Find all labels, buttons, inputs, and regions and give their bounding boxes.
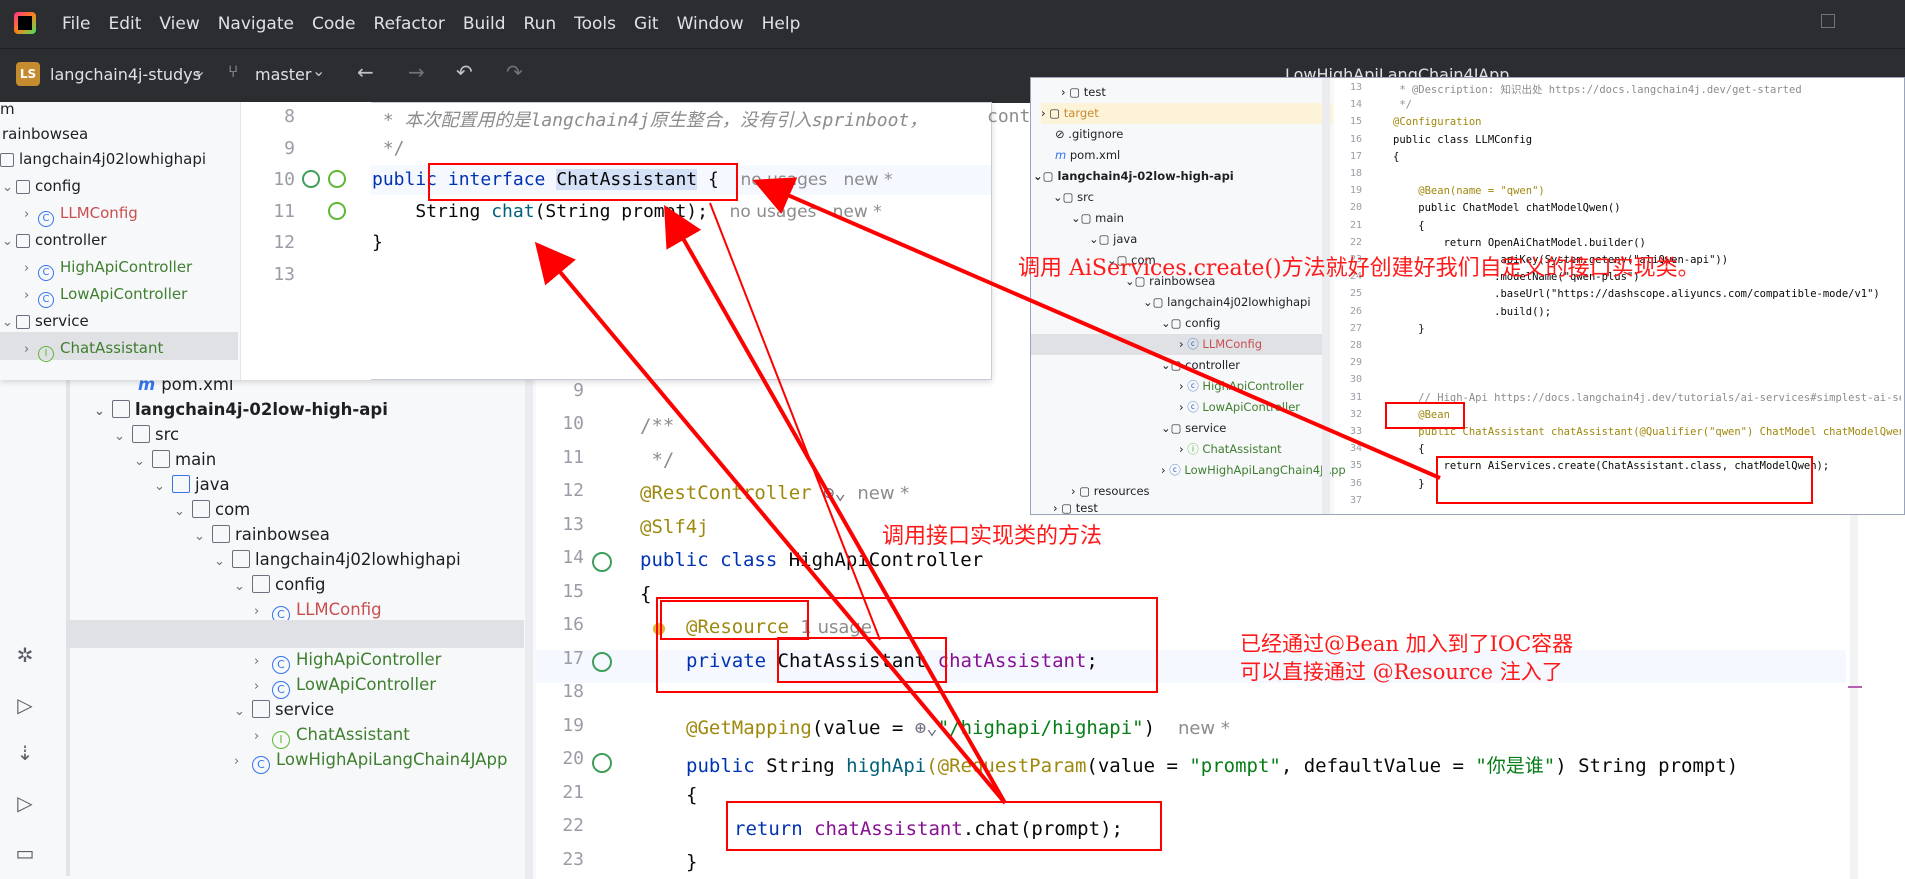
annotation-aiservices: 调用 AiServices.create()方法就好创建好我们自定义的接口实现类…: [1018, 256, 1700, 281]
arrow-aiservices-to-interface: [752, 177, 1441, 480]
arrow-return-to-chat: [664, 205, 1007, 804]
annotation-call-method: 调用接口实现类的方法: [882, 524, 1103, 549]
annotation-ioc-line1: 已经通过@Bean 加入到了IOC容器: [1240, 632, 1574, 656]
arrow-field-to-interface: [709, 202, 881, 641]
annotation-arrows: [534, 177, 1441, 805]
annotation-ioc-line2: 可以直接通过 @Resource 注入了: [1240, 660, 1563, 684]
